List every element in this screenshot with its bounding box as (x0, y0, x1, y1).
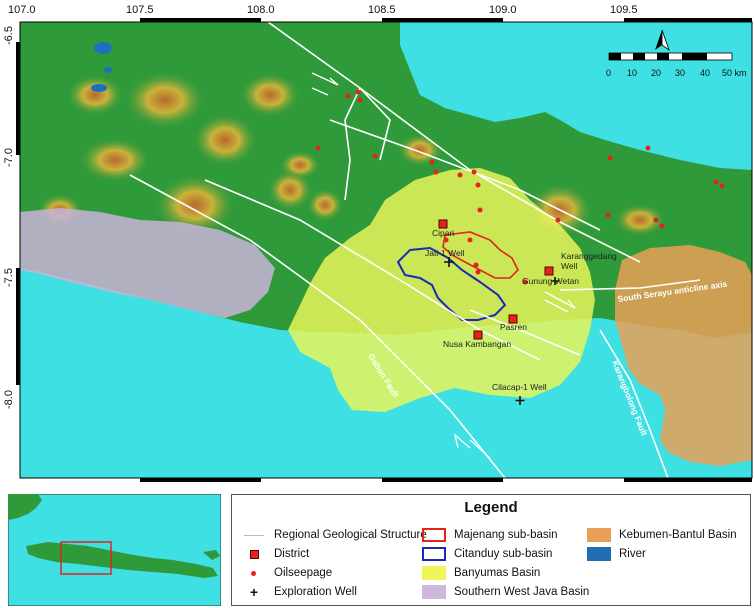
x-tick-109-0: 109.0 (489, 4, 517, 16)
well-cross-icon: + (249, 584, 259, 600)
x-tick-107-5: 107.5 (126, 4, 154, 16)
legend-item-citanduy: Citanduy sub-basin (422, 546, 552, 562)
y-tick-neg7-0: -7.0 (3, 148, 15, 167)
legend-title: Legend (464, 499, 518, 516)
y-tick-neg6-5: -6.5 (3, 26, 15, 45)
structure-line-icon (242, 528, 266, 542)
scale-tick-20: 20 (651, 68, 661, 78)
scale-tick-40: 40 (700, 68, 710, 78)
legend-item-banyumas: Banyumas Basin (422, 565, 540, 581)
legend-item-oilseep: Oilseepage (242, 565, 332, 581)
river-swatch-icon (587, 547, 611, 561)
oilseep-icon (242, 566, 266, 580)
scale-tick-10: 10 (627, 68, 637, 78)
label-cilacap-well: Cilacap-1 Well (492, 382, 547, 392)
legend-item-district: District (242, 546, 309, 562)
label-pasren: Pasren (500, 322, 527, 332)
legend-item-swjava: Southern West Java Basin (422, 584, 589, 600)
majenang-swatch-icon (422, 528, 446, 542)
label-jati-well: Jati-1 Well (425, 248, 465, 258)
inset-locator-map (8, 494, 221, 606)
legend-item-majenang: Majenang sub-basin (422, 527, 558, 543)
scale-tick-50: 50 km (722, 68, 747, 78)
label-gunung-wetan: Gunung Wetan (522, 276, 579, 286)
x-tick-107-0: 107.0 (8, 4, 36, 16)
swjava-swatch-icon (422, 585, 446, 599)
label-nusa-kambangan: Nusa Kambangan (443, 339, 511, 349)
citanduy-swatch-icon (422, 547, 446, 561)
label-karanggedang-well: Well (561, 261, 577, 271)
y-tick-neg7-5: -7.5 (3, 268, 15, 287)
kebumen-swatch-icon (587, 528, 611, 542)
label-cipari: Cipari (432, 228, 454, 238)
scale-tick-30: 30 (675, 68, 685, 78)
x-tick-108-0: 108.0 (247, 4, 275, 16)
main-map: Cipari Jati-1 Well Karanggedang Well Gun… (3, 4, 753, 482)
x-tick-109-5: 109.5 (610, 4, 638, 16)
legend-item-structure: Regional Geological Structure (242, 527, 427, 543)
y-tick-neg8-0: -8.0 (3, 390, 15, 409)
district-icon (242, 547, 266, 561)
scale-tick-0: 0 (606, 68, 611, 78)
legend-item-kebumen: Kebumen-Bantul Basin (587, 527, 737, 543)
x-tick-108-5: 108.5 (368, 4, 396, 16)
label-karanggedang: Karanggedang (561, 251, 617, 261)
banyumas-swatch-icon (422, 566, 446, 580)
legend: Legend Regional Geological Structure Dis… (231, 494, 751, 606)
legend-item-river: River (587, 546, 646, 562)
legend-item-well: + Exploration Well (242, 584, 357, 600)
